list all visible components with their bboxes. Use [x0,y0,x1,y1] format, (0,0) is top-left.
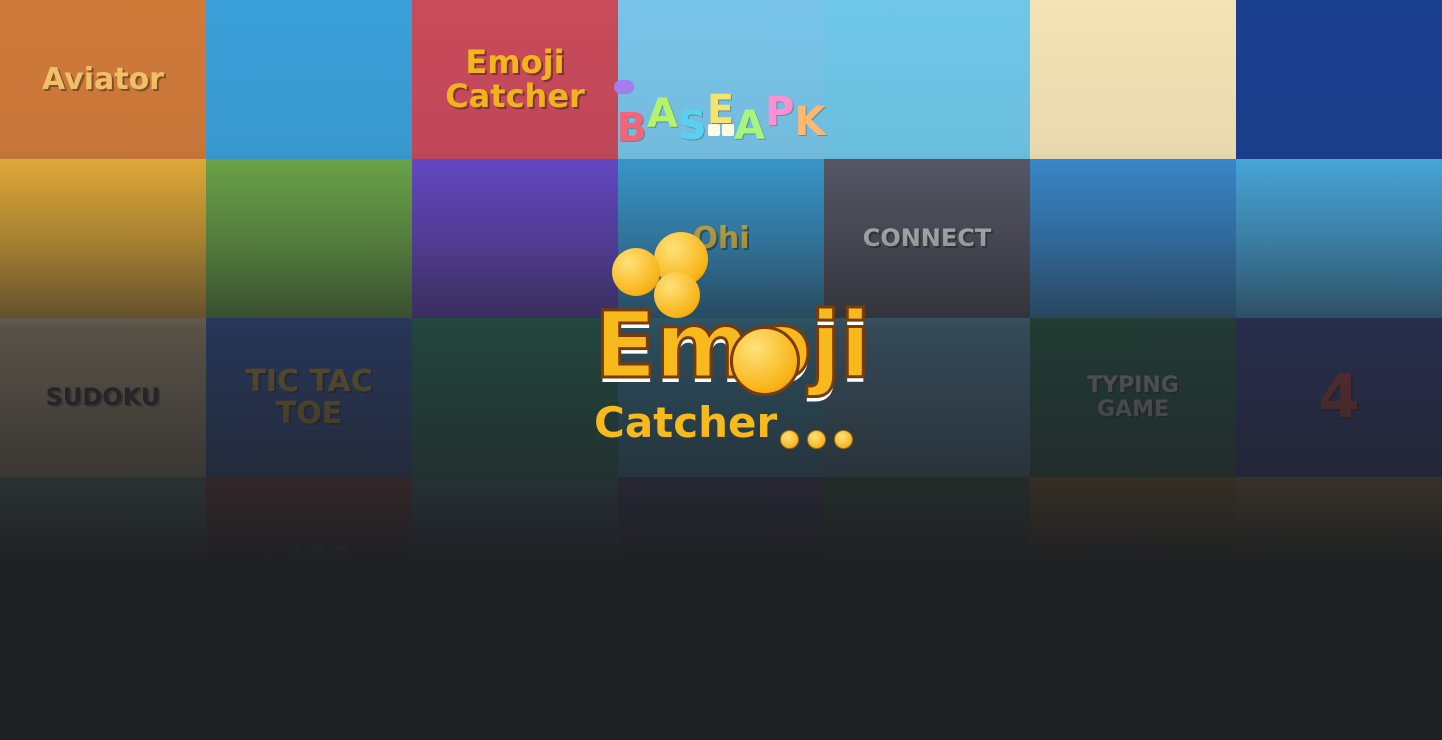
game-thumbnail[interactable] [412,318,618,477]
logo-letter: A [647,91,679,137]
game-thumbnail[interactable] [824,0,1030,159]
game-thumbnail[interactable] [618,477,824,636]
emoji-catcher-logo: Emoji Catcher [590,230,872,454]
game-thumbnail[interactable]: CARD [206,477,412,636]
game-thumbnail-label: SUDOKU [45,382,161,411]
logo-letter: S [678,103,707,149]
game-thumbnail[interactable]: TYPING GAME [1030,318,1236,477]
game-subtitle: Catcher [594,398,778,447]
game-thumbnail[interactable] [1030,159,1236,318]
game-thumbnail[interactable]: TIC TAC TOE [206,318,412,477]
game-thumbnail[interactable] [1236,159,1442,318]
game-thumbnail-label: Emoji Catcher [445,42,585,115]
dice-icon [708,124,734,136]
game-thumbnail[interactable] [206,0,412,159]
game-title: Emoji [593,292,873,399]
game-thumbnail-label: HANG [1087,539,1179,573]
game-thumbnail[interactable]: SUDOKU [0,318,206,477]
game-thumbnail-label: 4 [1318,362,1360,432]
game-thumbnail[interactable] [1236,0,1442,159]
logo-letter: B [616,105,648,151]
game-thumbnail[interactable] [0,477,206,636]
gamepad-icon [614,80,634,94]
game-thumbnail[interactable] [412,159,618,318]
game-thumbnail[interactable] [206,159,412,318]
game-thumbnail[interactable]: Aviator [0,0,206,159]
game-thumbnail[interactable]: Emoji Catcher [412,0,618,159]
game-thumbnail[interactable] [412,477,618,636]
game-thumbnail-label: Aviator [42,61,164,97]
logo-letter: P [765,89,795,135]
game-thumbnail[interactable]: 4 [1236,318,1442,477]
game-thumbnail[interactable] [824,477,1030,636]
game-thumbnail-label: TYPING GAME [1087,373,1179,422]
game-thumbnail[interactable]: HANG [1030,477,1236,636]
star-eyes-emoji-icon [730,326,800,396]
sunglasses-emoji-icon [612,248,660,296]
game-thumbnail-label: TIC TAC TOE [245,364,373,431]
game-thumbnail[interactable] [1030,0,1236,159]
baseapk-logo: B A S E A P K [610,78,832,149]
logo-letter: K [794,99,826,145]
game-thumbnail[interactable] [1236,477,1442,636]
loading-dots [780,430,853,449]
game-thumbnail[interactable] [0,159,206,318]
game-thumbnail-label: CONNECT [862,223,992,252]
logo-letter: A [734,103,766,149]
game-thumbnail-label: CARD [265,539,353,573]
